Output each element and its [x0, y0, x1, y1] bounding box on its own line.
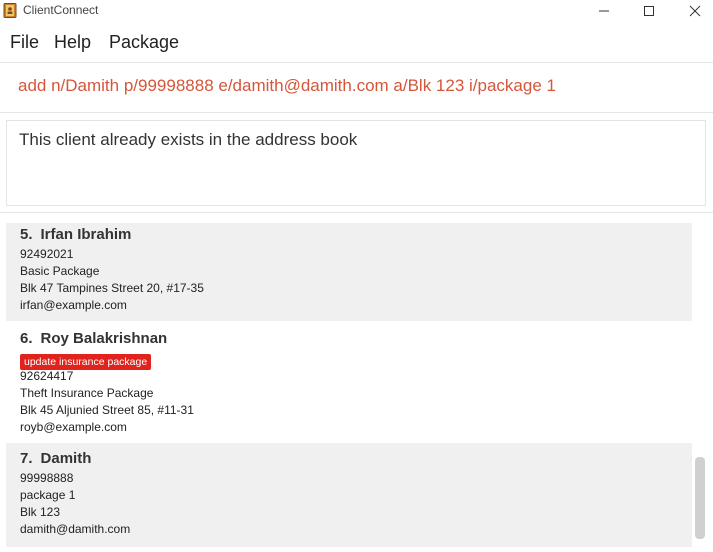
client-card[interactable]: 6. Roy Balakrishnan update insurance pack…: [6, 327, 692, 440]
client-phone: 92624417: [20, 369, 74, 383]
client-email: damith@damith.com: [20, 522, 131, 536]
client-email: irfan@example.com: [20, 298, 127, 312]
menu-help[interactable]: Help: [54, 32, 91, 53]
command-divider: [0, 112, 713, 113]
client-list[interactable]: 5. Irfan Ibrahim 92492021 Basic Package B…: [0, 214, 713, 552]
client-phone: 99998888: [20, 471, 74, 485]
title-bar: ClientConnect: [0, 0, 713, 22]
client-name-row: 7. Damith: [20, 450, 692, 470]
client-package: package 1: [20, 488, 76, 502]
client-address: Blk 47 Tampines Street 20, #17-35: [20, 281, 204, 295]
command-input[interactable]: add n/Damith p/99998888 e/damith@damith.…: [0, 63, 713, 111]
result-display: This client already exists in the addres…: [6, 120, 706, 206]
menu-package[interactable]: Package: [109, 32, 179, 53]
scrollbar-thumb[interactable]: [695, 457, 705, 539]
client-name-row: 5. Irfan Ibrahim: [20, 226, 692, 246]
client-phone: 92492021: [20, 247, 74, 261]
command-text[interactable]: add n/Damith p/99998888 e/damith@damith.…: [18, 76, 556, 96]
client-address: Blk 123: [20, 505, 61, 519]
client-name: Roy Balakrishnan: [40, 330, 168, 347]
client-name: Irfan Ibrahim: [40, 226, 132, 243]
client-name-row: 6. Roy Balakrishnan: [20, 330, 692, 350]
close-icon[interactable]: [680, 2, 710, 20]
client-email: royb@example.com: [20, 420, 127, 434]
client-card[interactable]: 7. Damith 99998888 package 1 Blk 123 dami…: [6, 443, 692, 547]
client-tags: update insurance package: [20, 350, 692, 370]
result-message: This client already exists in the addres…: [19, 130, 358, 149]
maximize-icon[interactable]: [634, 2, 664, 20]
client-card[interactable]: 5. Irfan Ibrahim 92492021 Basic Package B…: [6, 223, 692, 321]
client-index: 5.: [20, 226, 33, 243]
window-title: ClientConnect: [23, 3, 99, 17]
menu-bar: File Help Package: [0, 28, 713, 60]
client-name: Damith: [40, 450, 92, 467]
client-index: 6.: [20, 330, 33, 347]
client-index: 7.: [20, 450, 33, 467]
result-divider: [0, 212, 713, 213]
address-book-icon: [3, 3, 17, 18]
menu-file[interactable]: File: [10, 32, 39, 53]
minimize-icon[interactable]: [589, 2, 619, 20]
client-address: Blk 45 Aljunied Street 85, #11-31: [20, 403, 194, 417]
client-package: Basic Package: [20, 264, 100, 278]
client-package: Theft Insurance Package: [20, 386, 154, 400]
